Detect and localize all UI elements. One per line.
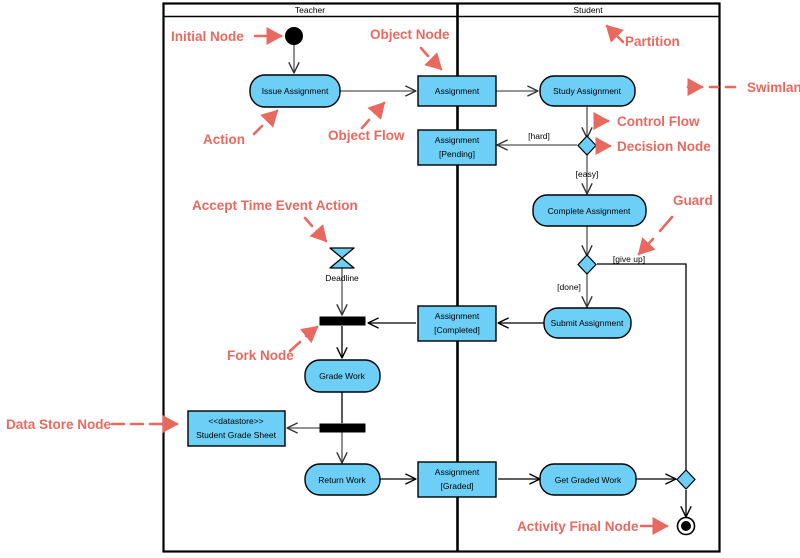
- object-node-assignment-pending[interactable]: Assignment [Pending]: [417, 129, 497, 166]
- initial-node[interactable]: [285, 27, 303, 45]
- data-store-stereotype: <<datastore>>: [208, 416, 263, 426]
- action-label-return-work: Return Work: [318, 475, 366, 485]
- object-label-assignment-graded: Assignment: [435, 467, 480, 477]
- partition-header-student: Student: [573, 5, 603, 15]
- annotation-data-store-node: Data Store Node: [6, 414, 179, 434]
- annotation-label-accept-time-event-action: Accept Time Event Action: [192, 198, 358, 213]
- object-label-assignment-completed: Assignment: [435, 311, 480, 321]
- action-label-study-assignment: Study Assignment: [553, 86, 622, 96]
- partition-header-teacher: Teacher: [295, 5, 325, 15]
- object-label-assignment: Assignment: [435, 86, 480, 96]
- action-label-submit-assignment: Submit Assignment: [551, 318, 624, 328]
- time-event-label-deadline: Deadline: [325, 273, 359, 283]
- activity-diagram-canvas: Teacher Student [hard] [easy] [give up] …: [0, 0, 800, 558]
- action-return-work[interactable]: Return Work: [304, 463, 381, 496]
- object-label-assignment-pending: Assignment: [435, 135, 480, 145]
- annotation-label-activity-final-node: Activity Final Node: [517, 519, 639, 534]
- annotation-label-action: Action: [203, 132, 245, 147]
- object-state-assignment-graded: [Graded]: [440, 481, 473, 491]
- object-state-assignment-completed: [Completed]: [434, 325, 480, 335]
- annotation-decision-node: Decision Node: [595, 136, 711, 156]
- annotation-label-control-flow: Control Flow: [617, 114, 700, 129]
- annotation-label-decision-node: Decision Node: [617, 139, 711, 154]
- fork-node[interactable]: [319, 316, 366, 326]
- action-study-assignment[interactable]: Study Assignment: [539, 75, 636, 107]
- join-node[interactable]: [319, 423, 366, 433]
- object-state-assignment-pending: [Pending]: [439, 149, 475, 159]
- annotation-label-object-node: Object Node: [370, 27, 450, 42]
- action-label-grade-work: Grade Work: [319, 371, 365, 381]
- partition-label-teacher: Teacher: [295, 5, 325, 15]
- activity-final-node[interactable]: [676, 516, 696, 536]
- action-label-get-graded-work: Get Graded Work: [555, 475, 622, 485]
- guard-easy: [easy]: [576, 169, 599, 179]
- action-issue-assignment[interactable]: Issue Assignment: [249, 74, 341, 108]
- object-node-assignment[interactable]: Assignment: [417, 75, 497, 107]
- annotation-label-partition: Partition: [625, 34, 680, 49]
- data-store-node[interactable]: <<datastore>> Student Grade Sheet: [187, 410, 286, 447]
- annotation-label-object-flow: Object Flow: [328, 128, 405, 143]
- annotation-label-data-store-node: Data Store Node: [6, 417, 112, 432]
- partition-label-student: Student: [573, 5, 603, 15]
- action-submit-assignment[interactable]: Submit Assignment: [543, 307, 632, 339]
- object-node-assignment-completed[interactable]: Assignment [Completed]: [417, 305, 497, 342]
- guard-hard: [hard]: [528, 131, 550, 141]
- annotation-label-guard: Guard: [673, 193, 713, 208]
- guard-give-up: [give up]: [613, 254, 645, 264]
- action-grade-work[interactable]: Grade Work: [304, 359, 381, 393]
- object-node-assignment-graded[interactable]: Assignment [Graded]: [417, 461, 497, 498]
- action-label-issue-assignment: Issue Assignment: [262, 86, 329, 96]
- guard-done: [done]: [557, 282, 581, 292]
- action-get-graded-work[interactable]: Get Graded Work: [539, 463, 637, 496]
- annotation-label-swimlane: Swimlane: [747, 80, 800, 95]
- annotation-label-fork-node: Fork Node: [227, 348, 294, 363]
- action-label-complete-assignment: Complete Assignment: [548, 206, 631, 216]
- action-complete-assignment[interactable]: Complete Assignment: [532, 194, 647, 227]
- diagram-svg: Teacher Student [hard] [easy] [give up] …: [6, 2, 800, 553]
- annotation-label-initial-node: Initial Node: [171, 29, 244, 44]
- data-store-label: Student Grade Sheet: [196, 430, 277, 440]
